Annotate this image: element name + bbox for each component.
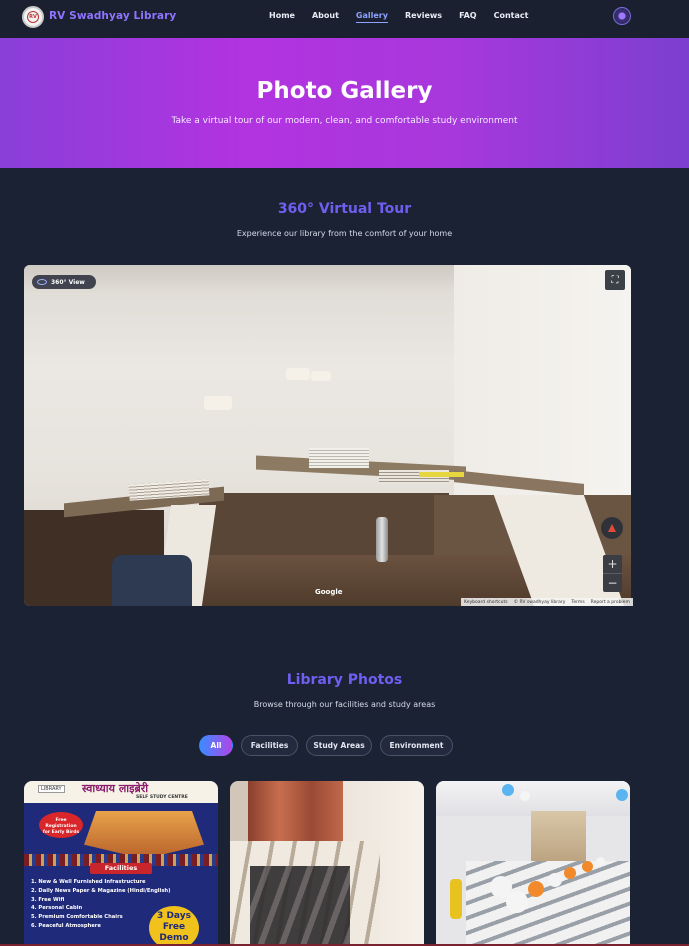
google-label: Google [315,588,343,596]
map-attribution: Keyboard shortcuts © RV swadhyay library… [461,598,633,606]
wall-poster [204,396,232,410]
poster-subline: SELF STUDY CENTRE [136,795,188,800]
filter-study-areas-button[interactable]: Study Areas [306,735,372,756]
badge-line: for Early Birds [42,830,80,835]
balloon [528,881,544,897]
poster-headline: स्वाध्याय लाइब्रेरी [82,782,149,795]
balloon [548,873,562,887]
oil-bottle [450,879,462,919]
facilities-label: Facilities [90,863,152,874]
backpack [112,555,192,606]
theme-toggle-icon[interactable] [613,7,631,25]
street-view-panorama[interactable] [24,265,631,606]
brand-name[interactable]: RV Swadhyay Library [49,10,176,22]
photo-filters: All Facilities Study Areas Environment [199,735,453,756]
terms-link[interactable]: Terms [571,600,584,605]
photo-card-decorated-hall[interactable] [436,781,630,946]
hero-banner: Photo Gallery Take a virtual tour of our… [0,38,689,168]
offer-line: 3 Days [157,911,191,921]
hero-title: Photo Gallery [256,78,433,104]
open-book-image [84,811,204,859]
eye-icon [37,279,47,285]
photos-subtitle: Browse through our facilities and study … [253,700,436,709]
navbar: RV RV Swadhyay Library Home About Galler… [0,0,689,38]
study-chairs [250,866,350,946]
compass-icon[interactable] [601,517,623,539]
balloon [520,791,530,801]
offer-line: Free [162,922,186,932]
zoom-control: + − [603,555,622,592]
balloon [502,784,514,796]
balloon [564,867,576,879]
360-view-badge: 360° View [32,275,96,289]
poster-library-tag: LIBRARY [38,785,65,793]
nav-link-home[interactable]: Home [269,11,295,23]
nav-link-faq[interactable]: FAQ [459,11,477,23]
copyright-text: © RV swadhyay library [513,599,566,605]
brand-logo[interactable]: RV [22,6,44,28]
fullscreen-icon[interactable]: ⛶ [605,270,625,290]
list-item: 2. Daily News Paper & Magazine (Hindi/En… [31,887,171,894]
zoom-in-button[interactable]: + [603,555,622,573]
filter-all-button[interactable]: All [199,735,233,756]
photo-card-study-cabins[interactable] [230,781,424,946]
photo-card-poster[interactable]: LIBRARY स्वाध्याय लाइब्रेरी SELF STUDY C… [24,781,218,946]
free-registration-badge: Free Registration for Early Birds [39,812,83,838]
balloon [506,891,528,913]
zoom-out-button[interactable]: − [603,574,622,592]
nav-link-about[interactable]: About [312,11,339,23]
report-problem-link[interactable]: Report a problem [591,600,630,605]
free-demo-badge: 3 Days Free Demo [149,906,199,946]
hall-desks [466,861,630,946]
photos-title: Library Photos [286,672,403,688]
filter-environment-button[interactable]: Environment [380,735,453,756]
nav-menu: Home About Gallery Reviews FAQ Contact [269,11,545,23]
offer-line: Demo [159,933,189,943]
wall-poster [311,371,331,381]
nav-link-contact[interactable]: Contact [494,11,529,23]
tour-subtitle: Experience our library from the comfort … [236,229,453,238]
wall-poster [286,368,310,380]
360-view-label: 360° View [51,278,85,286]
nav-link-reviews[interactable]: Reviews [405,11,442,23]
badge-line: Free Registration [45,818,77,829]
hero-subtitle: Take a virtual tour of our modern, clean… [171,116,518,126]
water-bottle [376,517,388,562]
tour-title: 360° Virtual Tour [277,201,412,217]
nav-link-gallery[interactable]: Gallery [355,11,388,23]
book-stack [309,448,369,468]
balloon [596,857,605,866]
list-item: 1. New & Well Furnished Infrastructure [31,879,146,885]
keyboard-shortcuts-link[interactable]: Keyboard shortcuts [464,600,508,605]
logo-mark: RV [27,11,39,23]
balloon [582,861,593,872]
book-stack [419,472,464,477]
filter-facilities-button[interactable]: Facilities [241,735,298,756]
list-item: 3. Free Wifi [31,896,65,903]
balloon [616,789,628,801]
